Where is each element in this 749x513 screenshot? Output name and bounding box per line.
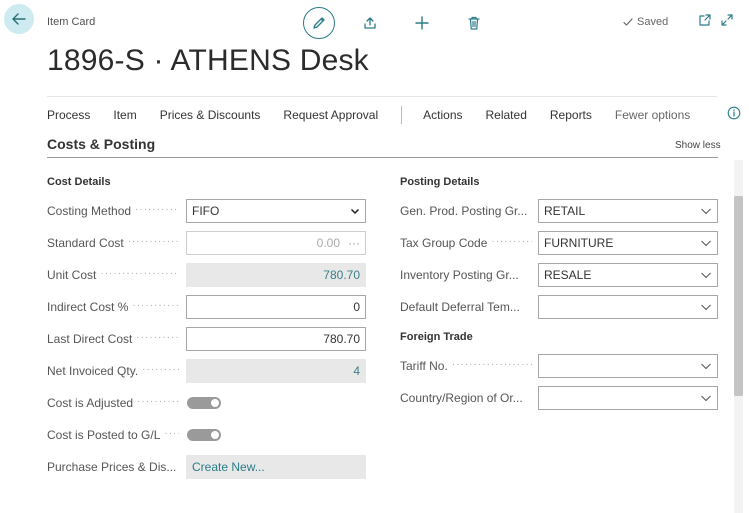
inventory-posting-row: Inventory Posting Gr... [400,263,532,287]
tax-group-select[interactable]: FURNITURE [538,231,718,255]
indirect-cost-label: Indirect Cost % [47,300,129,314]
tariff-no-select[interactable] [538,354,718,378]
window-controls [698,13,734,27]
purchase-prices-label: Purchase Prices & Dis... [47,460,177,474]
action-reports[interactable]: Reports [550,108,592,122]
standard-cost-label: Standard Cost [47,236,124,250]
action-process[interactable]: Process [47,108,90,122]
last-direct-cost-input[interactable]: 780.70 [186,327,366,351]
expand-icon[interactable] [720,13,734,27]
country-region-row: Country/Region of Or... [400,386,532,410]
section-title: Costs & Posting [47,136,156,152]
inventory-posting-label: Inventory Posting Gr... [400,268,519,282]
edit-button[interactable] [303,7,335,39]
default-deferral-select[interactable] [538,295,718,319]
tax-group-label: Tax Group Code [400,236,488,250]
unit-cost-field[interactable]: 780.70 [186,263,366,287]
chevron-down-icon [701,208,711,215]
indirect-cost-row: Indirect Cost %························· [47,300,179,314]
action-request-approval[interactable]: Request Approval [283,108,378,122]
action-separator [401,105,403,124]
show-less-link[interactable]: Show less [675,140,721,151]
foreign-trade-title: Foreign Trade [400,331,473,343]
page-title: 1896-S · ATHENS Desk [47,44,369,77]
more-icon[interactable]: ··· [348,236,360,250]
action-bar: Process Item Prices & Discounts Request … [47,96,717,132]
net-invoiced-qty-row: Net Invoiced Qty.·······················… [47,364,179,378]
last-direct-cost-row: Last Direct Cost························… [47,332,179,346]
share-icon [364,17,376,29]
standard-cost-field[interactable]: 0.00 ··· [186,231,366,255]
purchase-prices-create-new[interactable]: Create New... [186,455,366,479]
top-actions [303,7,509,39]
last-direct-cost-label: Last Direct Cost [47,332,133,346]
gen-prod-label: Gen. Prod. Posting Gr... [400,204,528,218]
action-actions[interactable]: Actions [423,108,462,122]
back-button[interactable] [4,4,34,34]
costing-method-select[interactable]: FIFO [186,199,366,223]
chevron-down-icon [701,272,711,279]
cost-is-adjusted-label: Cost is Adjusted [47,396,134,410]
chevron-down-icon [701,395,711,402]
breadcrumb: Item Card [47,16,96,28]
share-button[interactable] [353,7,387,39]
saved-status: Saved [622,16,668,28]
delete-button[interactable] [457,7,491,39]
cost-is-posted-row: Cost is Posted to G/L···················… [47,428,179,442]
scrollbar-thumb[interactable] [734,196,743,396]
indirect-cost-input[interactable]: 0 [186,295,366,319]
chevron-down-icon [701,240,711,247]
unit-cost-label: Unit Cost [47,268,97,282]
costing-method-row: Costing Method························· [47,204,179,218]
default-deferral-row: Default Deferral Tem... [400,295,532,319]
info-icon[interactable] [727,106,741,120]
gen-prod-select[interactable]: RETAIL [538,199,718,223]
cost-is-posted-toggle[interactable] [187,429,221,441]
purchase-prices-row: Purchase Prices & Dis... [47,455,182,479]
plus-icon [415,16,429,30]
cost-details-title: Cost Details [47,176,111,188]
tariff-no-label: Tariff No. [400,359,448,373]
inventory-posting-select[interactable]: RESALE [538,263,718,287]
action-item[interactable]: Item [113,108,136,122]
chevron-down-icon [701,304,711,311]
tariff-no-row: Tariff No.························· [400,359,532,373]
arrow-left-icon [12,13,26,25]
standard-cost-row: Standard Cost························· [47,236,179,250]
section-divider [47,157,718,158]
cost-is-adjusted-row: Cost is Adjusted························… [47,396,179,410]
country-region-label: Country/Region of Or... [400,391,523,405]
net-invoiced-qty-field[interactable]: 4 [186,359,366,383]
country-region-select[interactable] [538,386,718,410]
action-prices-discounts[interactable]: Prices & Discounts [160,108,261,122]
saved-label: Saved [637,16,669,28]
cost-is-posted-label: Cost is Posted to G/L [47,428,161,442]
fewer-options-button[interactable]: Fewer options [615,108,690,122]
posting-details-title: Posting Details [400,176,480,188]
costing-method-label: Costing Method [47,204,132,218]
action-related[interactable]: Related [486,108,527,122]
gen-prod-row: Gen. Prod. Posting Gr... [400,199,532,223]
chevron-down-icon [350,208,360,215]
cost-is-adjusted-toggle[interactable] [187,397,221,409]
checkmark-icon [623,18,633,26]
default-deferral-label: Default Deferral Tem... [400,300,520,314]
pencil-icon [313,17,325,29]
tax-group-row: Tax Group Code························· [400,236,532,250]
open-new-window-icon[interactable] [698,13,712,27]
net-invoiced-qty-label: Net Invoiced Qty. [47,364,139,378]
trash-icon [468,16,480,30]
unit-cost-row: Unit Cost························· [47,268,179,282]
new-button[interactable] [405,7,439,39]
chevron-down-icon [701,363,711,370]
